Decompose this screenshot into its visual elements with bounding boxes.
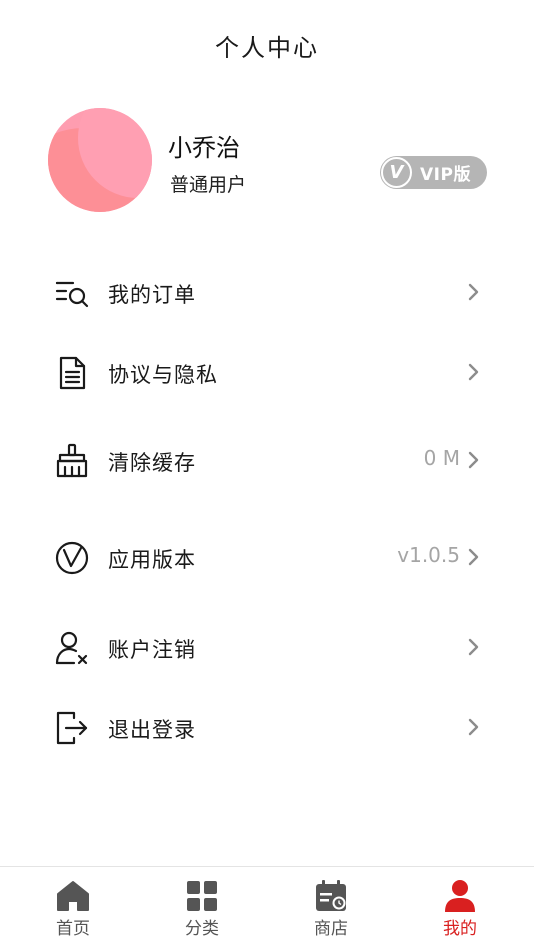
user-name: 小乔治 <box>168 134 240 162</box>
version-v-icon <box>55 541 89 575</box>
logout-icon <box>56 711 88 745</box>
menu-item-label: 协议与隐私 <box>108 363 218 387</box>
menu-item-app-version[interactable]: 应用版本 v1.0.5 <box>0 527 534 587</box>
menu-item-privacy[interactable]: 协议与隐私 <box>0 342 534 402</box>
menu-item-orders[interactable]: 我的订单 <box>0 262 534 322</box>
user-icon <box>445 880 475 912</box>
menu-item-label: 退出登录 <box>108 718 196 742</box>
menu-item-logout[interactable]: 退出登录 <box>0 697 534 757</box>
tab-store[interactable]: 商店 <box>264 867 398 950</box>
user-remove-icon <box>55 631 88 665</box>
order-search-icon <box>55 281 89 308</box>
user-type: 普通用户 <box>170 174 247 196</box>
app-version-value: v1.0.5 <box>397 543 460 567</box>
avatar[interactable] <box>48 108 152 212</box>
tab-home[interactable]: 首页 <box>6 867 140 950</box>
menu-item-label: 清除缓存 <box>108 451 196 475</box>
document-icon <box>59 356 86 390</box>
cache-size: 0 M <box>423 446 460 470</box>
menu-item-cancel-account[interactable]: 账户注销 <box>0 617 534 677</box>
tab-category[interactable]: 分类 <box>135 867 269 950</box>
bottom-tab-bar: 首页 分类 商店 我的 <box>0 866 534 950</box>
vip-badge[interactable]: V VIP版 <box>380 156 487 189</box>
menu-item-label: 账户注销 <box>108 638 196 662</box>
chevron-right-icon <box>468 283 479 301</box>
vip-icon: V <box>381 157 412 188</box>
chevron-right-icon <box>468 718 479 736</box>
tab-label: 首页 <box>56 919 90 939</box>
page-title: 个人中心 <box>215 34 319 62</box>
tab-label: 我的 <box>443 919 477 939</box>
grid-icon <box>187 881 217 911</box>
chevron-right-icon <box>468 638 479 656</box>
tab-mine[interactable]: 我的 <box>393 867 527 950</box>
chevron-right-icon <box>468 363 479 381</box>
menu-item-label: 应用版本 <box>108 548 196 572</box>
home-icon <box>57 881 89 911</box>
tab-label: 商店 <box>314 919 348 939</box>
broom-icon <box>56 443 88 478</box>
menu-item-clear-cache[interactable]: 清除缓存 0 M <box>0 430 534 490</box>
vip-label: VIP版 <box>420 165 471 185</box>
chevron-right-icon <box>468 451 479 469</box>
tab-label: 分类 <box>185 919 219 939</box>
menu-item-label: 我的订单 <box>108 283 196 307</box>
calendar-store-icon <box>316 880 346 911</box>
chevron-right-icon <box>468 548 479 566</box>
